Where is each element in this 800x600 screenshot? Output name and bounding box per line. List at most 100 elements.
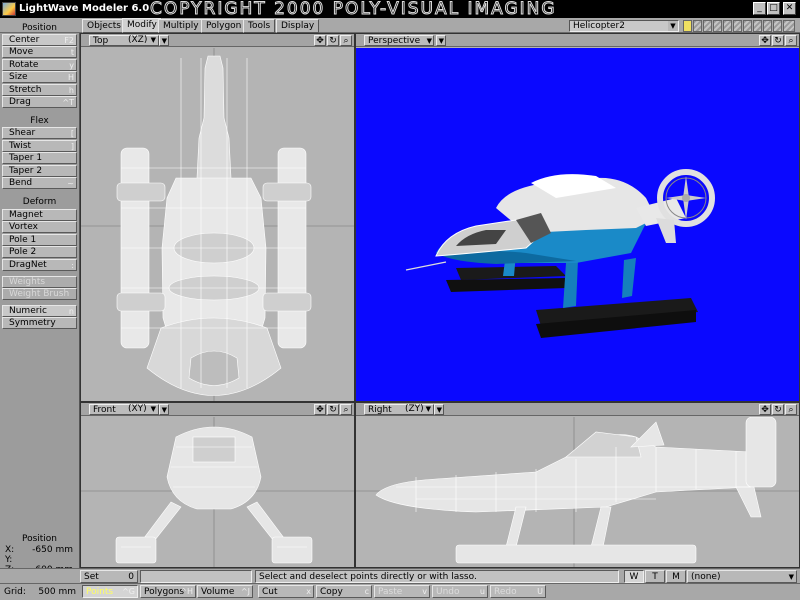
weight-brush-button[interactable]: Weight Brush <box>2 288 77 300</box>
tab-tools[interactable]: Tools <box>243 19 276 33</box>
drag-button[interactable]: Drag ^T <box>2 96 77 108</box>
tab-display[interactable]: Display <box>276 19 320 33</box>
right-viewport[interactable]: Right (ZY) ▼ ▼ ✥ ↻ ⌕ <box>355 402 800 568</box>
close-button[interactable]: ✕ <box>783 2 796 15</box>
pole2-button[interactable]: Pole 2 <box>2 246 77 258</box>
layer-button[interactable] <box>783 20 795 32</box>
help-text: Select and deselect points directly or w… <box>255 570 619 583</box>
vortex-button[interactable]: Vortex <box>2 221 77 233</box>
move-view-icon[interactable]: ✥ <box>314 35 326 46</box>
title-bar: LightWave Modeler 6.0 COPYRIGHT 2000 POL… <box>0 0 800 19</box>
layer-button[interactable] <box>743 20 752 32</box>
top-wireframe <box>81 48 354 401</box>
app-icon[interactable] <box>2 2 16 16</box>
pole2-label: Pole 2 <box>9 247 37 257</box>
front-view-canvas[interactable] <box>81 417 354 567</box>
view-axes-dropdown[interactable]: (XY) ▼ <box>125 404 157 415</box>
rotate-view-icon[interactable]: ↻ <box>327 35 339 46</box>
render-mode-dropdown[interactable]: ▼ <box>436 35 446 46</box>
layer-button[interactable] <box>753 20 762 32</box>
view-axes-dropdown[interactable]: (XZ) ▼ <box>125 35 157 46</box>
tab-polygon[interactable]: Polygon <box>201 19 247 33</box>
symmetry-button[interactable]: Symmetry <box>2 317 77 329</box>
chevron-down-icon: ▼ <box>426 37 432 45</box>
view-axes-dropdown[interactable]: (ZY) ▼ <box>402 404 432 415</box>
zoom-view-icon[interactable]: ⌕ <box>785 35 797 46</box>
copy-label: Copy <box>320 587 343 597</box>
polygons-mode-button[interactable]: Polygons ^H <box>140 585 196 598</box>
undo-button[interactable]: Undo u <box>432 585 488 598</box>
layer-button[interactable] <box>733 20 742 32</box>
layer-button[interactable] <box>763 20 772 32</box>
top-viewport[interactable]: Top (XZ) ▼ ▼ ✥ ↻ ⌕ <box>80 33 355 402</box>
right-view-canvas[interactable] <box>356 416 799 567</box>
dragnet-button[interactable]: DragNet: <box>2 259 77 271</box>
zoom-view-icon[interactable]: ⌕ <box>340 404 352 415</box>
stretch-shortcut: h <box>68 86 74 95</box>
cut-shortcut: x <box>306 587 311 596</box>
shear-button[interactable]: Shear [ <box>2 127 77 139</box>
volume-mode-button[interactable]: Volume ^J <box>197 585 253 598</box>
move-view-icon[interactable]: ✥ <box>314 404 326 415</box>
twist-button[interactable]: Twist] <box>2 140 77 152</box>
paste-button[interactable]: Paste v <box>374 585 430 598</box>
center-button[interactable]: Center F2 <box>2 34 77 46</box>
cut-label: Cut <box>262 587 278 597</box>
minimize-button[interactable]: _ <box>753 2 766 15</box>
grid-label: Grid: <box>4 587 26 597</box>
layer-button[interactable] <box>693 20 702 32</box>
t-toggle[interactable]: T <box>645 570 665 583</box>
view-type-dropdown[interactable]: Perspective ▼ <box>364 35 434 46</box>
rotate-view-icon[interactable]: ↻ <box>772 35 784 46</box>
layer-button[interactable] <box>703 20 712 32</box>
zoom-view-icon[interactable]: ⌕ <box>785 404 797 415</box>
size-button[interactable]: Size H <box>2 71 77 83</box>
zoom-view-icon[interactable]: ⌕ <box>340 35 352 46</box>
chevron-down-icon: ▼ <box>161 406 167 414</box>
layer-button[interactable] <box>713 20 722 32</box>
top-view-canvas[interactable] <box>81 48 354 401</box>
weights-button[interactable]: Weights <box>2 276 77 288</box>
layer-button[interactable] <box>773 20 782 32</box>
tab-multiply[interactable]: Multiply <box>158 19 204 33</box>
layer-button[interactable] <box>683 20 692 32</box>
rotate-view-icon[interactable]: ↻ <box>327 404 339 415</box>
copy-button[interactable]: Copy c <box>316 585 372 598</box>
rotate-view-icon[interactable]: ↻ <box>772 404 784 415</box>
perspective-canvas[interactable] <box>356 48 799 401</box>
render-mode-dropdown[interactable]: ▼ <box>159 35 169 46</box>
object-selector[interactable]: Helicopter2 ▼ <box>569 20 679 32</box>
deform-header: Deform <box>22 197 57 207</box>
perspective-viewport[interactable]: Perspective ▼ ▼ ✥ ↻ ⌕ <box>355 33 800 402</box>
tab-objects[interactable]: Objects <box>82 19 127 33</box>
points-mode-button[interactable]: Points ^G <box>82 585 138 598</box>
layer-button[interactable] <box>723 20 732 32</box>
taper2-button[interactable]: Taper 2 <box>2 165 77 177</box>
bend-button[interactable]: Bend ~ <box>2 177 77 189</box>
render-mode-dropdown[interactable]: ▼ <box>434 404 444 415</box>
surface-dropdown[interactable]: (none) ▼ <box>687 570 797 583</box>
magnet-button[interactable]: Magnet <box>2 209 77 221</box>
render-mode-dropdown[interactable]: ▼ <box>159 404 169 415</box>
tab-modify[interactable]: Modify <box>122 18 162 33</box>
set-field[interactable]: Set 0 <box>80 570 138 583</box>
move-view-icon[interactable]: ✥ <box>759 35 771 46</box>
redo-button[interactable]: Redo U <box>490 585 546 598</box>
w-toggle[interactable]: W <box>624 570 644 583</box>
taper2-label: Taper 2 <box>9 166 43 176</box>
x-label: X: <box>5 545 15 555</box>
viewport-header: Top (XZ) ▼ ▼ ✥ ↻ ⌕ <box>81 34 354 47</box>
move-button[interactable]: Move t <box>2 46 77 58</box>
cut-button[interactable]: Cut x <box>258 585 314 598</box>
points-shortcut: ^G <box>122 587 135 596</box>
y-label: Y: <box>5 555 13 565</box>
rotate-button[interactable]: Rotate y <box>2 59 77 71</box>
move-view-icon[interactable]: ✥ <box>759 404 771 415</box>
m-toggle[interactable]: M <box>666 570 686 583</box>
numeric-button[interactable]: Numeric n <box>2 305 77 317</box>
taper1-button[interactable]: Taper 1 <box>2 152 77 164</box>
stretch-button[interactable]: Stretch h <box>2 84 77 96</box>
pole1-button[interactable]: Pole 1 <box>2 234 77 246</box>
maximize-button[interactable]: □ <box>767 2 780 15</box>
front-viewport[interactable]: Front (XY) ▼ ▼ ✥ ↻ ⌕ <box>80 402 355 568</box>
